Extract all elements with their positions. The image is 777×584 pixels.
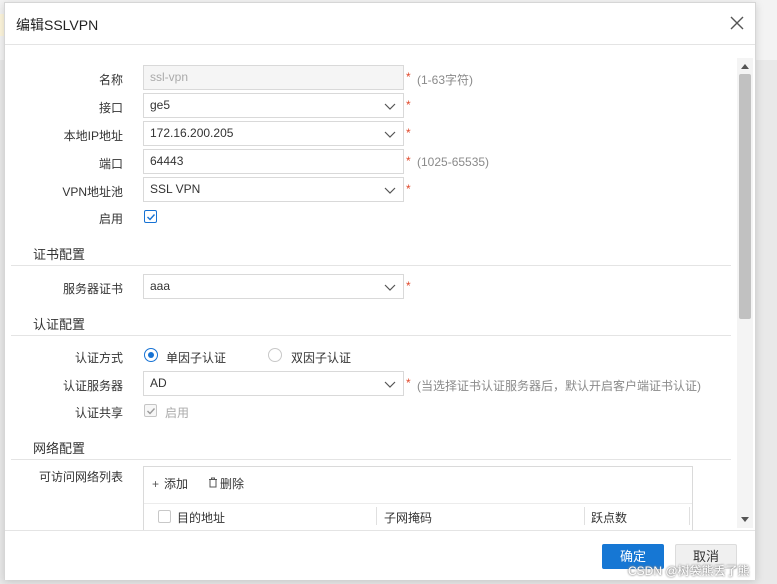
delete-button[interactable]: 删除 — [208, 475, 244, 492]
delete-label: 删除 — [220, 477, 245, 491]
required-mark: * — [406, 70, 411, 84]
required-mark: * — [406, 279, 411, 293]
server-cert-select[interactable]: aaa — [143, 274, 404, 299]
port-input[interactable]: 64443 — [143, 149, 404, 174]
select-all-checkbox[interactable] — [158, 510, 171, 523]
dialog-scrollbar[interactable] — [737, 58, 753, 528]
column-separator — [584, 507, 585, 525]
chevron-down-icon — [384, 284, 396, 291]
trash-icon — [208, 477, 220, 491]
auth-server-select[interactable]: AD — [143, 371, 404, 396]
add-label: 添加 — [164, 477, 189, 491]
required-mark: * — [406, 376, 411, 390]
dialog-body: 名称 ssl-vpn * (1-63字符) 接口 ge5 * 本地IP地址 17… — [5, 46, 737, 530]
server-cert-row: 服务器证书 aaa * — [5, 274, 725, 300]
name-label: 名称 — [98, 73, 123, 87]
check-icon — [147, 408, 156, 415]
chevron-down-icon — [384, 131, 396, 138]
auth-method-label: 认证方式 — [74, 351, 123, 365]
network-list-toolbar: + 添加 删除 — [144, 467, 692, 497]
local-ip-label: 本地IP地址 — [63, 129, 123, 143]
auth-method-row: 认证方式 单因子认证 双因子认证 — [5, 343, 725, 369]
auth-share-checkbox-text: 启用 — [165, 406, 190, 420]
enable-row: 启用 — [5, 204, 725, 230]
column-separator — [689, 507, 690, 525]
local-ip-select[interactable]: 172.16.200.205 — [143, 121, 404, 146]
chevron-down-icon — [384, 187, 396, 194]
single-factor-radio[interactable] — [144, 348, 158, 362]
auth-section-title: 认证配置 — [33, 317, 86, 332]
name-input: ssl-vpn — [143, 65, 404, 90]
column-header-destination: 目的地址 — [177, 511, 226, 525]
network-list-panel: + 添加 删除 目的地址 子网掩码 跃点数 — [143, 466, 693, 530]
name-hint: (1-63字符) — [417, 73, 474, 87]
required-mark: * — [406, 126, 411, 140]
two-factor-label: 双因子认证 — [291, 351, 352, 365]
dialog-title: 编辑SSLVPN — [16, 17, 99, 33]
server-cert-value: aaa — [150, 279, 171, 293]
plus-icon: + — [152, 477, 160, 491]
dialog-header: 编辑SSLVPN — [5, 3, 755, 45]
port-row: 端口 64443 * (1025-65535) — [5, 149, 725, 175]
scroll-down-arrow-icon[interactable] — [741, 517, 749, 522]
watermark: CSDN @树袋熊丢了熊 — [628, 564, 750, 578]
auth-server-hint: (当选择证书认证服务器后，默认开启客户端证书认证) — [417, 379, 701, 393]
enable-checkbox[interactable] — [144, 210, 157, 223]
scrollbar-thumb[interactable] — [739, 74, 751, 319]
auth-share-checkbox — [144, 404, 157, 417]
add-button[interactable]: + 添加 — [152, 475, 188, 492]
local-ip-row: 本地IP地址 172.16.200.205 * — [5, 121, 725, 147]
edit-sslvpn-dialog: 编辑SSLVPN 名称 ssl-vpn * (1-63字符) 接口 ge5 * … — [4, 2, 756, 580]
chevron-down-icon — [384, 381, 396, 388]
network-section-title: 网络配置 — [33, 441, 86, 456]
close-icon[interactable] — [727, 13, 747, 33]
auth-share-label: 认证共享 — [74, 406, 123, 420]
chevron-down-icon — [384, 103, 396, 110]
network-section-header: 网络配置 — [11, 432, 731, 460]
server-cert-label: 服务器证书 — [62, 282, 123, 296]
required-mark: * — [406, 98, 411, 112]
scroll-up-arrow-icon[interactable] — [741, 64, 749, 69]
name-row: 名称 ssl-vpn * (1-63字符) — [5, 65, 725, 91]
column-header-subnet-mask: 子网掩码 — [384, 511, 433, 525]
vpn-pool-select[interactable]: SSL VPN — [143, 177, 404, 202]
auth-share-row: 认证共享 启用 — [5, 398, 725, 424]
two-factor-radio[interactable] — [268, 348, 282, 362]
interface-value: ge5 — [150, 98, 171, 112]
interface-select[interactable]: ge5 — [143, 93, 404, 118]
vpn-pool-label: VPN地址池 — [62, 185, 123, 199]
vpn-pool-value: SSL VPN — [150, 182, 201, 196]
network-table-header: 目的地址 子网掩码 跃点数 — [144, 503, 692, 527]
port-label: 端口 — [98, 157, 123, 171]
port-hint: (1025-65535) — [417, 155, 490, 169]
interface-row: 接口 ge5 * — [5, 93, 725, 119]
column-separator — [376, 507, 377, 525]
auth-server-row: 认证服务器 AD * (当选择证书认证服务器后，默认开启客户端证书认证) — [5, 371, 725, 397]
enable-label: 启用 — [98, 212, 123, 226]
interface-label: 接口 — [98, 101, 123, 115]
network-list-label: 可访问网络列表 — [38, 470, 123, 484]
required-mark: * — [406, 182, 411, 196]
single-factor-label: 单因子认证 — [166, 351, 227, 365]
auth-section-header: 认证配置 — [11, 308, 731, 336]
required-mark: * — [406, 154, 411, 168]
check-icon — [147, 214, 156, 221]
cert-section-header: 证书配置 — [11, 238, 731, 266]
column-header-metric: 跃点数 — [591, 511, 628, 525]
auth-server-label: 认证服务器 — [62, 379, 123, 393]
vpn-pool-row: VPN地址池 SSL VPN * — [5, 177, 725, 203]
local-ip-value: 172.16.200.205 — [150, 126, 234, 140]
auth-server-value: AD — [150, 376, 167, 390]
cert-section-title: 证书配置 — [33, 247, 86, 262]
